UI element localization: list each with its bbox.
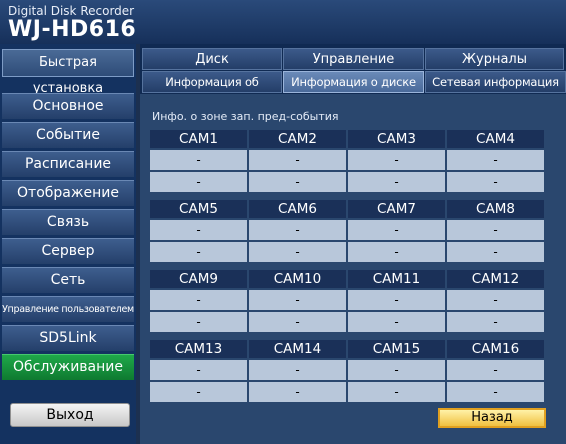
camera-value: - xyxy=(348,172,445,192)
camera-label: CAM9 xyxy=(150,270,247,288)
camera-value: - xyxy=(447,172,544,192)
camera-label: CAM14 xyxy=(249,340,346,358)
camera-value: - xyxy=(348,382,445,402)
menu-item-network[interactable]: Сеть xyxy=(2,267,134,293)
camera-label: CAM2 xyxy=(249,130,346,148)
camera-label: CAM13 xyxy=(150,340,247,358)
camera-value: - xyxy=(150,150,247,170)
camera-value: - xyxy=(447,360,544,380)
menu-item-sd5link[interactable]: SD5Link xyxy=(2,325,134,351)
camera-value: - xyxy=(348,312,445,332)
tab-product-info[interactable]: Информация об изделии xyxy=(142,71,282,110)
camera-value: - xyxy=(447,312,544,332)
exit-button[interactable]: Выход xyxy=(10,403,130,427)
camera-label: CAM8 xyxy=(447,200,544,218)
camera-value: - xyxy=(348,290,445,310)
camera-value: - xyxy=(249,150,346,170)
camera-value: - xyxy=(150,172,247,192)
sidebar: Быстрая установка Основное Событие Распи… xyxy=(0,44,136,444)
camera-value: - xyxy=(447,220,544,240)
camera-value: - xyxy=(348,360,445,380)
camera-value: - xyxy=(150,382,247,402)
device-model: WJ-HD616 xyxy=(8,17,137,42)
camera-label: CAM11 xyxy=(348,270,445,288)
camera-label: CAM10 xyxy=(249,270,346,288)
camera-value: - xyxy=(150,220,247,240)
camera-label: CAM16 xyxy=(447,340,544,358)
pre-event-zone-title: Инфо. о зоне зап. пред-события xyxy=(152,110,339,123)
camera-value: - xyxy=(249,382,346,402)
tab-settings-management[interactable]: Управление уставками xyxy=(283,48,424,88)
menu-item-display[interactable]: Отображение xyxy=(2,180,134,206)
menu-item-communication[interactable]: Связь xyxy=(2,209,134,235)
camera-value: - xyxy=(249,172,346,192)
camera-value: - xyxy=(249,290,346,310)
device-subtitle: Digital Disk Recorder xyxy=(8,4,135,18)
camera-value: - xyxy=(447,242,544,262)
camera-value: - xyxy=(447,150,544,170)
back-button[interactable]: Назад xyxy=(438,408,546,428)
camera-value: - xyxy=(249,242,346,262)
camera-label: CAM7 xyxy=(348,200,445,218)
camera-value: - xyxy=(348,150,445,170)
tab-network-info[interactable]: Сетевая информация xyxy=(425,71,566,93)
menu-item-maintenance[interactable]: Обслуживание xyxy=(2,354,134,380)
camera-label: CAM3 xyxy=(348,130,445,148)
menu-item-user-management[interactable]: Управление пользователем xyxy=(2,296,134,322)
camera-label: CAM1 xyxy=(150,130,247,148)
camera-value: - xyxy=(447,382,544,402)
tab-disk-info[interactable]: Информация о диске xyxy=(283,71,424,93)
disk-info-content: Инфо. о зоне зап. пред-события CAM1 CAM2… xyxy=(140,94,566,444)
menu-item-schedule[interactable]: Расписание xyxy=(2,151,134,177)
camera-value: - xyxy=(249,360,346,380)
camera-value: - xyxy=(150,312,247,332)
quick-setup-button[interactable]: Быстрая установка xyxy=(2,49,134,96)
menu-item-basic[interactable]: Основное xyxy=(2,93,134,119)
camera-value: - xyxy=(150,290,247,310)
camera-value: - xyxy=(150,242,247,262)
camera-label: CAM12 xyxy=(447,270,544,288)
camera-value: - xyxy=(150,360,247,380)
camera-value: - xyxy=(249,312,346,332)
camera-value: - xyxy=(348,242,445,262)
camera-value: - xyxy=(447,290,544,310)
menu-item-event[interactable]: Событие xyxy=(2,122,134,148)
title-bar: Digital Disk Recorder WJ-HD616 xyxy=(0,0,566,44)
camera-value: - xyxy=(249,220,346,240)
camera-label: CAM15 xyxy=(348,340,445,358)
camera-label: CAM5 xyxy=(150,200,247,218)
camera-label: CAM4 xyxy=(447,130,544,148)
tab-logs[interactable]: Журналы xyxy=(425,48,564,70)
camera-label: CAM6 xyxy=(249,200,346,218)
camera-value: - xyxy=(348,220,445,240)
tab-disk[interactable]: Диск xyxy=(142,48,282,70)
menu-item-server[interactable]: Сервер xyxy=(2,238,134,264)
main-panel: Диск Управление уставками Журналы Информ… xyxy=(140,44,566,444)
